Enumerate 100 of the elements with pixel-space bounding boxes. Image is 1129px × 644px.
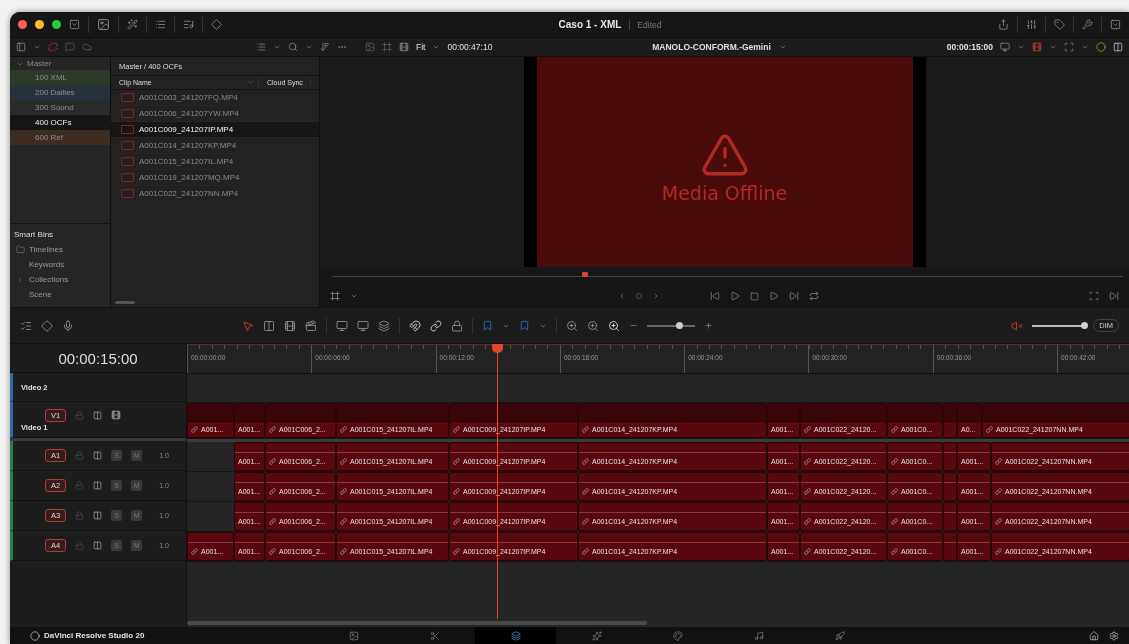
pointer-icon[interactable] — [242, 319, 254, 332]
settings-icon[interactable] — [1109, 630, 1119, 641]
zoom-icon[interactable] — [587, 319, 599, 332]
bin-item[interactable]: 300 Sound — [10, 100, 110, 115]
bin-item[interactable]: 100 XML — [10, 70, 110, 85]
microphone-icon[interactable] — [62, 319, 74, 332]
close-button[interactable] — [18, 20, 27, 29]
playhead-handle[interactable] — [492, 344, 503, 353]
bin-item[interactable]: 400 OCFs — [10, 115, 110, 130]
minimize-button[interactable] — [35, 20, 44, 29]
zoom-icon[interactable] — [566, 319, 578, 332]
mute-icon[interactable] — [1011, 319, 1024, 332]
chevron-icon[interactable] — [432, 43, 441, 51]
film-icon[interactable] — [1032, 42, 1042, 52]
film-icon[interactable] — [111, 410, 122, 420]
page-tab[interactable] — [475, 627, 557, 644]
zoom-icon[interactable] — [608, 319, 620, 332]
lock-icon[interactable] — [451, 319, 463, 332]
image-icon[interactable] — [365, 42, 375, 52]
chevron-icon[interactable] — [33, 43, 41, 51]
jog-left-icon[interactable] — [618, 292, 626, 300]
chevron-icon[interactable] — [778, 43, 787, 51]
media-clip-row[interactable]: A001C019_241207MQ.MP4 — [111, 170, 319, 186]
play-icon[interactable] — [769, 291, 779, 301]
tag-icon[interactable] — [1054, 19, 1065, 30]
home-icon[interactable] — [1089, 630, 1099, 641]
zoom-fit-label[interactable]: Fit — [416, 42, 426, 52]
next-icon[interactable] — [1109, 291, 1119, 301]
skip-forward-icon[interactable] — [789, 291, 799, 301]
film-icon[interactable] — [284, 319, 296, 332]
dropdown-icon[interactable] — [69, 19, 80, 30]
bin-item[interactable]: 600 Ref — [10, 130, 110, 145]
mixer-icon[interactable] — [1026, 19, 1037, 30]
chevron-icon[interactable] — [305, 43, 313, 51]
scan-icon[interactable] — [1089, 291, 1099, 301]
list-icon[interactable] — [256, 42, 266, 52]
slider-thumb[interactable] — [676, 321, 684, 329]
smart-bin-item[interactable]: Collections — [29, 275, 69, 284]
scrubber-playhead[interactable] — [582, 271, 589, 277]
diamond-icon[interactable] — [211, 19, 222, 30]
jog-icon[interactable] — [636, 293, 642, 299]
slider-thumb[interactable] — [1080, 321, 1088, 329]
list-icon[interactable] — [155, 19, 166, 30]
comment-icon[interactable] — [65, 42, 75, 52]
timeline-scrollbar[interactable] — [187, 621, 647, 625]
zoom-button[interactable] — [52, 20, 61, 29]
search-icon[interactable] — [288, 42, 298, 52]
skip-back-icon[interactable] — [710, 291, 720, 301]
diamond-icon[interactable] — [41, 319, 53, 332]
color-wheel-icon[interactable] — [1096, 42, 1106, 52]
play-reverse-icon[interactable] — [730, 291, 740, 301]
bin-master[interactable]: Master — [10, 57, 110, 70]
folder-icon[interactable] — [15, 245, 25, 254]
link-icon — [269, 458, 276, 465]
volume-slider[interactable] — [1032, 324, 1085, 327]
tools-icon[interactable] — [1082, 19, 1093, 30]
monitor-icon[interactable] — [1000, 42, 1010, 52]
stop-icon[interactable] — [750, 291, 759, 301]
cloud-icon[interactable] — [82, 42, 92, 52]
smart-bin-item[interactable]: Keywords — [29, 260, 65, 269]
marker-icon[interactable] — [519, 320, 530, 331]
chevron-icon[interactable] — [1017, 43, 1025, 51]
wand-icon[interactable] — [127, 19, 138, 30]
link-icon[interactable] — [430, 319, 442, 332]
audio-clip[interactable] — [943, 502, 957, 531]
smart-bin-item[interactable]: Scene — [29, 290, 52, 299]
chevron-icon[interactable] — [273, 43, 281, 51]
chevron-icon[interactable] — [1049, 43, 1057, 51]
media-clip-row[interactable]: A001C003_241207FQ.MP4 — [111, 90, 319, 106]
split-view-icon[interactable] — [1113, 42, 1123, 52]
loop-icon[interactable] — [809, 291, 819, 301]
dropdown-icon[interactable] — [1110, 19, 1121, 30]
scan-icon[interactable] — [1064, 42, 1074, 52]
snapping-icon[interactable] — [409, 319, 421, 332]
timeline-name[interactable]: MANOLO-CONFORM.-Gemini — [652, 42, 771, 52]
media-clip-row[interactable]: A001C009_241207IP.MP4 — [111, 122, 319, 138]
media-pool-icon[interactable] — [97, 18, 110, 31]
share-icon[interactable] — [998, 19, 1009, 30]
zoom-slider[interactable] — [647, 324, 695, 327]
unlink-icon[interactable] — [48, 42, 58, 52]
audio-clip[interactable] — [943, 442, 957, 471]
panel-icon[interactable] — [16, 42, 26, 52]
scrollbar[interactable] — [115, 301, 135, 304]
audio-clip[interactable] — [943, 472, 957, 501]
jog-right-icon[interactable] — [652, 292, 660, 300]
bin-item[interactable]: 200 Dailies — [10, 85, 110, 100]
video-clip[interactable] — [943, 403, 957, 438]
link-icon — [582, 488, 589, 495]
media-clip-row[interactable]: A001C015_241207IL.MP4 — [111, 154, 319, 170]
film-icon[interactable] — [399, 42, 409, 52]
chevron-icon[interactable] — [1081, 43, 1089, 51]
zoom-in-icon[interactable] — [704, 321, 713, 330]
collapsed-icon[interactable] — [16, 275, 24, 284]
chevron-icon[interactable] — [350, 292, 358, 300]
sound-library-icon[interactable] — [183, 19, 194, 30]
audio-clip[interactable] — [943, 532, 957, 561]
link-icon — [269, 518, 276, 525]
timeline-list-icon[interactable] — [20, 319, 32, 332]
media-clip-row[interactable]: A001C014_241207KP.MP4 — [111, 138, 319, 154]
smart-bin-item[interactable]: Timelines — [29, 245, 63, 254]
